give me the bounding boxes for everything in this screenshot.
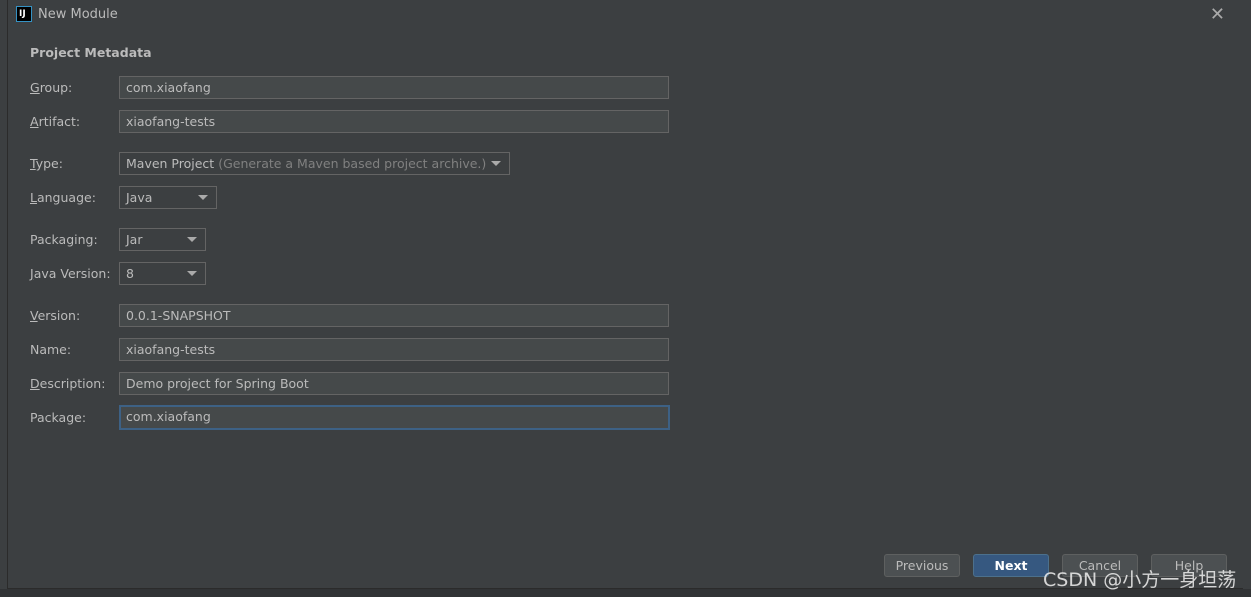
package-label: Package:	[30, 410, 87, 425]
side-tool-strip	[0, 0, 8, 597]
version-label: Version:	[30, 308, 81, 323]
language-label: Language:	[30, 190, 96, 205]
new-module-dialog: IJ New Module ✕ Project Metadata Group: …	[8, 0, 1243, 589]
group-input[interactable]: com.xiaofang	[119, 76, 669, 99]
chevron-down-icon	[198, 195, 208, 200]
language-dropdown[interactable]: Java	[119, 186, 217, 209]
name-label: Name:	[30, 342, 72, 357]
java-version-dropdown[interactable]: 8	[119, 262, 206, 285]
type-dropdown[interactable]: Maven Project (Generate a Maven based pr…	[119, 152, 510, 175]
group-label: Group:	[30, 80, 73, 95]
package-input[interactable]: com.xiaofang	[119, 405, 670, 430]
type-label: Type:	[30, 156, 63, 171]
artifact-input[interactable]: xiaofang-tests	[119, 110, 669, 133]
dialog-title: New Module	[38, 7, 118, 22]
chevron-down-icon	[187, 271, 197, 276]
artifact-label: Artifact:	[30, 114, 81, 129]
section-title: Project Metadata	[30, 45, 152, 60]
previous-button[interactable]: Previous	[884, 554, 960, 577]
chevron-down-icon	[187, 237, 197, 242]
watermark: CSDN @小方一身坦荡	[1043, 569, 1237, 591]
description-input[interactable]: Demo project for Spring Boot	[119, 372, 669, 395]
packaging-dropdown[interactable]: Jar	[119, 228, 206, 251]
packaging-label: Packaging:	[30, 232, 98, 247]
intellij-app-icon: IJ	[16, 6, 32, 22]
close-icon[interactable]: ✕	[1210, 4, 1225, 25]
right-tool-strip	[1243, 0, 1251, 597]
name-input[interactable]: xiaofang-tests	[119, 338, 669, 361]
next-button[interactable]: Next	[973, 554, 1049, 577]
description-label: Description:	[30, 376, 106, 391]
version-input[interactable]: 0.0.1-SNAPSHOT	[119, 304, 669, 327]
chevron-down-icon	[491, 161, 501, 166]
java-version-label: Java Version:	[30, 266, 111, 281]
